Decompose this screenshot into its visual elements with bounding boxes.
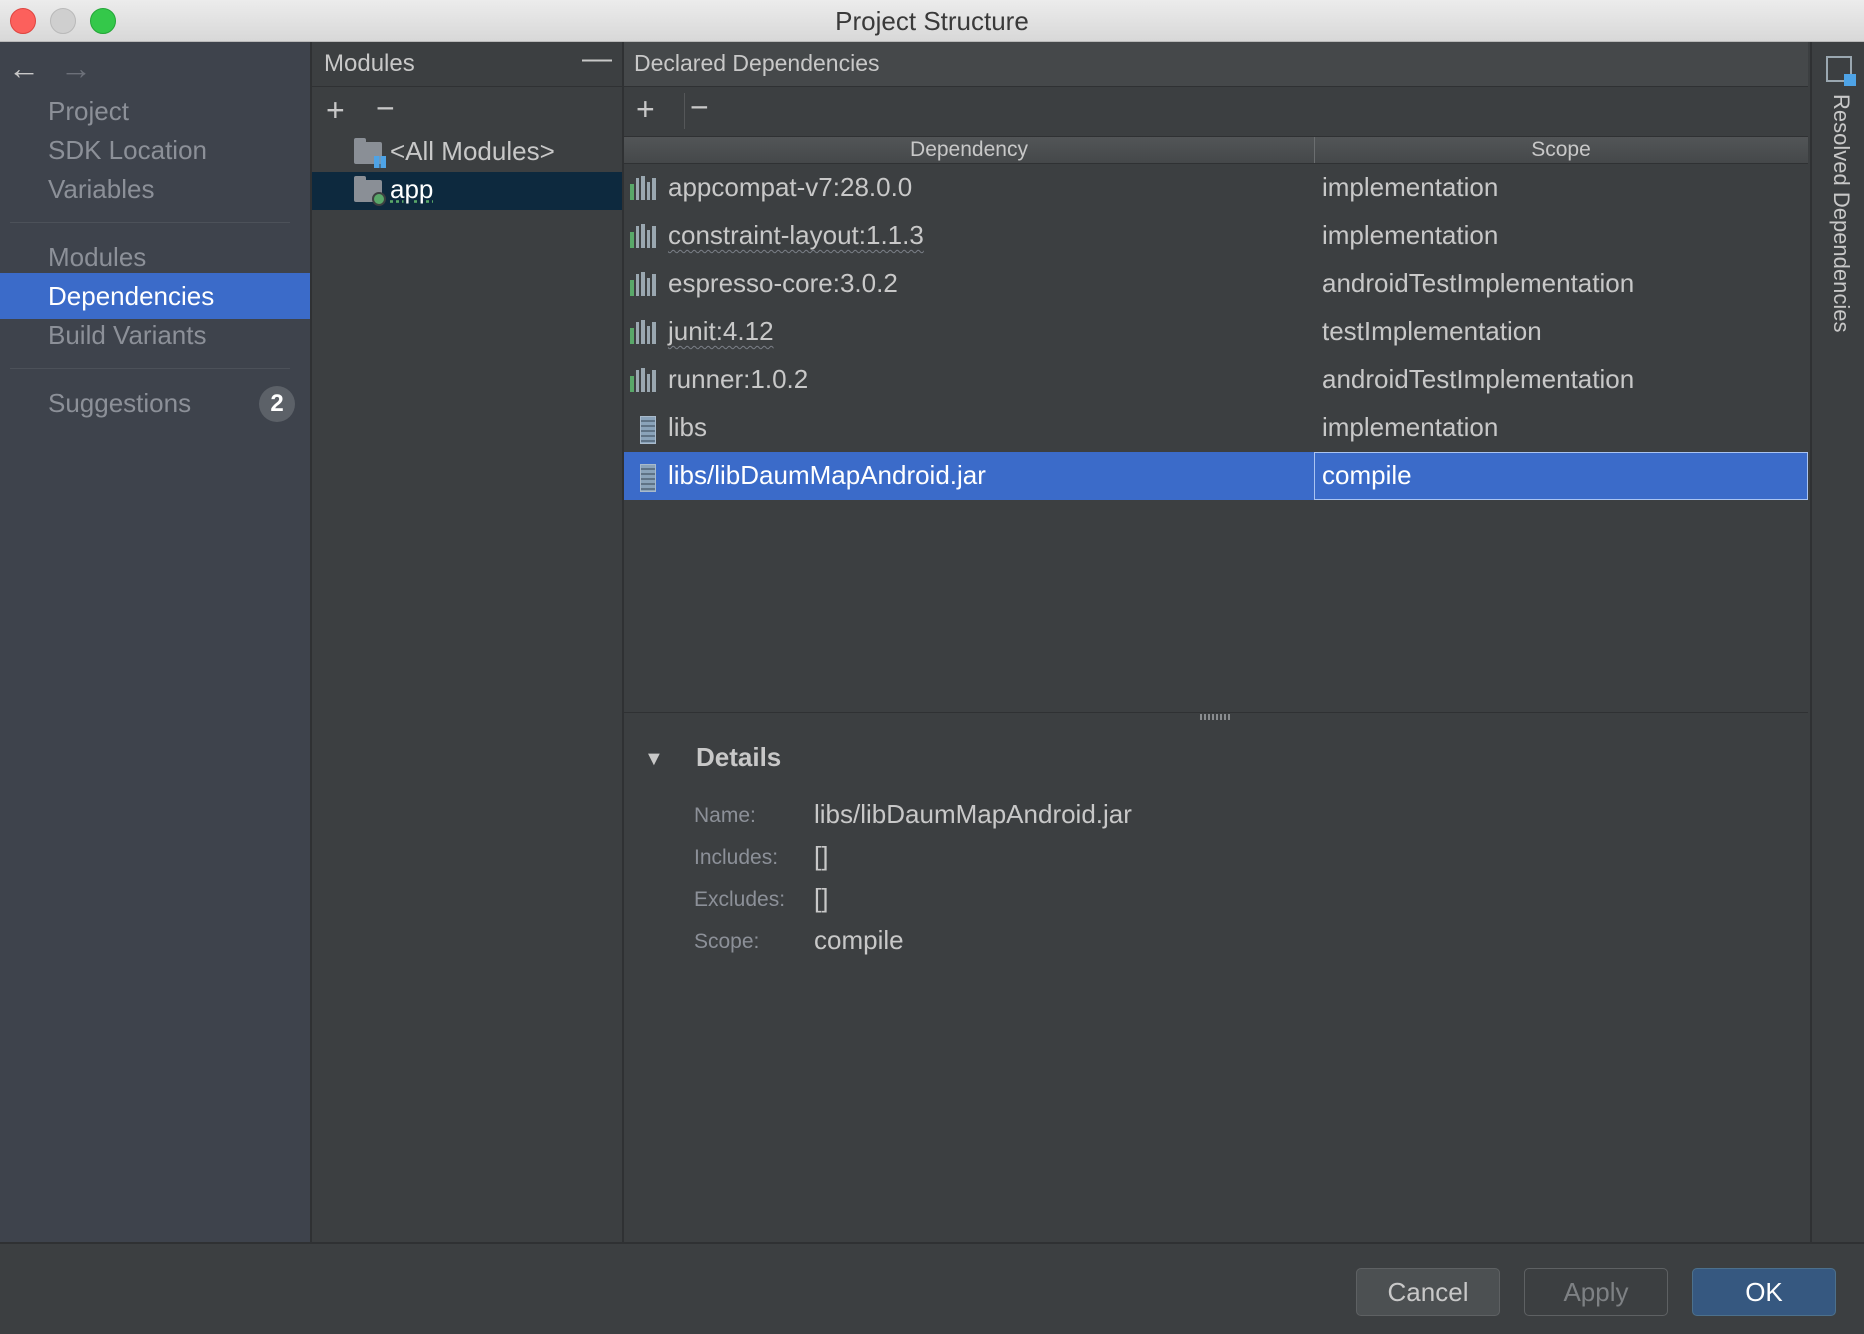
- dependency-row[interactable]: junit:4.12 testImplementation: [624, 308, 1808, 356]
- library-icon: [630, 320, 656, 344]
- module-group-folder-icon: [354, 138, 386, 168]
- resolved-dependencies-tab[interactable]: Resolved Dependencies: [1810, 42, 1864, 1242]
- dependency-row[interactable]: appcompat-v7:28.0.0 implementation: [624, 164, 1808, 212]
- window-title: Project Structure: [835, 6, 1029, 36]
- suggestions-count-badge: 2: [259, 386, 295, 422]
- detail-label-excludes: Excludes:: [694, 888, 786, 911]
- project-structure-window: Project Structure ← → Project SDK Locati…: [0, 0, 1864, 1334]
- nav-item-suggestions[interactable]: Suggestions 2: [0, 380, 310, 426]
- dependency-scope[interactable]: androidTestImplementation: [1322, 364, 1634, 395]
- module-item-all[interactable]: <All Modules>: [312, 134, 622, 172]
- dependency-name: runner:1.0.2: [668, 364, 809, 394]
- modules-header: Modules —: [312, 42, 622, 87]
- settings-nav: ← → Project SDK Location Variables Modul…: [0, 42, 312, 1242]
- dependency-scope[interactable]: implementation: [1322, 220, 1498, 251]
- details-title[interactable]: Details: [696, 742, 781, 773]
- apply-button[interactable]: Apply: [1524, 1268, 1668, 1316]
- nav-item-label: Suggestions: [48, 388, 192, 418]
- library-icon: [630, 272, 656, 296]
- android-module-folder-icon: [354, 176, 386, 206]
- dependency-scope[interactable]: testImplementation: [1322, 316, 1542, 347]
- dialog-button-bar: Cancel Apply OK: [0, 1242, 1864, 1334]
- dependencies-table-header: Dependency Scope: [624, 136, 1808, 164]
- declared-dependencies-header: Declared Dependencies: [624, 42, 1808, 87]
- nav-divider: [10, 222, 290, 223]
- add-module-button[interactable]: +: [326, 94, 345, 126]
- detail-label-includes: Includes:: [694, 846, 779, 869]
- dependency-row[interactable]: espresso-core:3.0.2 androidTestImplement…: [624, 260, 1808, 308]
- nav-item-build-variants[interactable]: Build Variants: [0, 312, 310, 358]
- module-item-app[interactable]: app: [312, 172, 622, 210]
- forward-arrow-icon[interactable]: →: [60, 50, 92, 87]
- dependency-scope[interactable]: implementation: [1322, 412, 1498, 443]
- module-item-label: app: [390, 174, 434, 204]
- column-header-scope[interactable]: Scope: [1314, 137, 1808, 163]
- resolved-dependencies-label: Resolved Dependencies: [1829, 94, 1854, 333]
- dependency-name: constraint-layout:1.1.3: [668, 220, 924, 250]
- declared-dependencies-title: Declared Dependencies: [634, 50, 880, 76]
- library-icon: [630, 224, 656, 248]
- jar-icon: [630, 416, 656, 444]
- collapse-panel-icon[interactable]: —: [582, 42, 612, 76]
- dependency-row-selected[interactable]: libs/libDaumMapAndroid.jar compile: [624, 452, 1808, 500]
- module-item-label: <All Modules>: [390, 136, 555, 166]
- detail-label-name: Name:: [694, 804, 756, 827]
- library-icon: [630, 368, 656, 392]
- ok-button[interactable]: OK: [1692, 1268, 1836, 1316]
- dependency-row[interactable]: libs implementation: [624, 404, 1808, 452]
- resolved-dependencies-icon: [1826, 56, 1856, 86]
- collapse-triangle-icon[interactable]: ▼: [644, 748, 664, 771]
- dependency-name: junit:4.12: [668, 316, 774, 346]
- jar-icon: [630, 464, 656, 492]
- detail-value-excludes: []: [814, 883, 829, 913]
- cancel-button[interactable]: Cancel: [1356, 1268, 1500, 1316]
- dependency-scope[interactable]: implementation: [1322, 172, 1498, 203]
- modules-title: Modules: [324, 50, 415, 77]
- nav-item-label: Variables: [48, 174, 155, 204]
- nav-item-label: Build Variants: [48, 320, 207, 350]
- dependency-row[interactable]: constraint-layout:1.1.3 implementation: [624, 212, 1808, 260]
- nav-item-variables[interactable]: Variables: [0, 166, 310, 212]
- declared-dependencies-panel: Declared Dependencies + − Dependency Sco…: [624, 42, 1808, 1242]
- remove-dependency-button[interactable]: −: [690, 91, 709, 123]
- dependency-name: appcompat-v7:28.0.0: [668, 172, 913, 202]
- back-arrow-icon[interactable]: ←: [8, 50, 40, 87]
- nav-divider: [10, 368, 290, 369]
- remove-module-button[interactable]: −: [376, 92, 395, 124]
- detail-value-includes: []: [814, 841, 829, 871]
- modules-panel: Modules — + − <All Modules> app: [312, 42, 624, 1242]
- dependency-name: espresso-core:3.0.2: [668, 268, 898, 298]
- dependency-name: libs/libDaumMapAndroid.jar: [668, 460, 986, 490]
- detail-label-scope: Scope:: [694, 930, 760, 953]
- library-icon: [630, 176, 656, 200]
- dependency-scope[interactable]: compile: [1322, 460, 1412, 491]
- split-divider: [624, 712, 1808, 713]
- toolbar-divider: [684, 93, 685, 129]
- detail-value-name: libs/libDaumMapAndroid.jar: [814, 799, 1132, 829]
- column-header-dependency[interactable]: Dependency: [624, 137, 1315, 163]
- title-bar: Project Structure: [0, 0, 1864, 42]
- add-dependency-button[interactable]: +: [636, 93, 655, 125]
- dependency-scope[interactable]: androidTestImplementation: [1322, 268, 1634, 299]
- splitter-grip-handle[interactable]: [1200, 714, 1232, 720]
- dependency-name: libs: [668, 412, 708, 442]
- dependencies-toolbar: + −: [624, 87, 1808, 135]
- detail-value-scope: compile: [814, 925, 904, 955]
- dependency-row[interactable]: runner:1.0.2 androidTestImplementation: [624, 356, 1808, 404]
